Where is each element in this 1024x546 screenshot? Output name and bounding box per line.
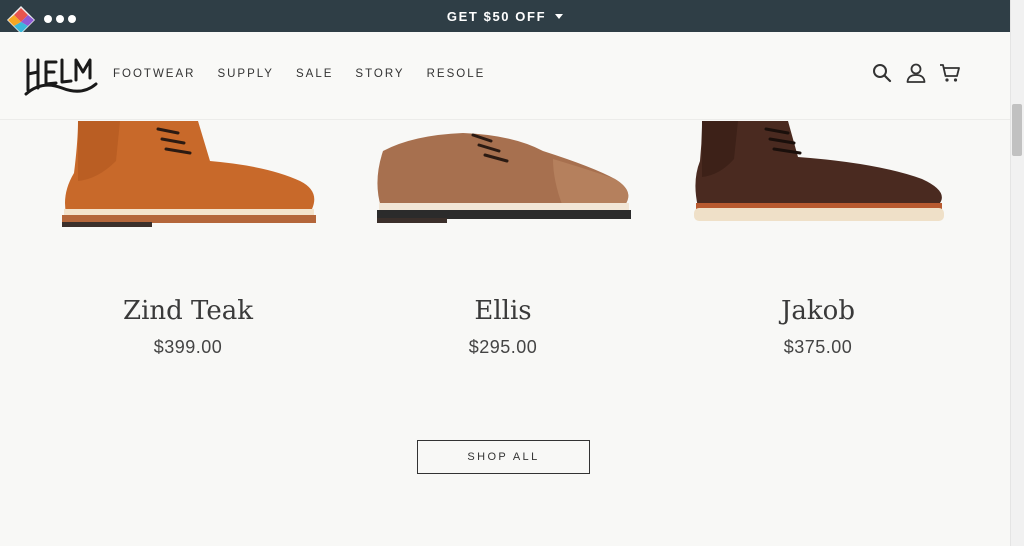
caret-down-icon[interactable]: [555, 13, 564, 19]
product-image-jakob[interactable]: [668, 121, 968, 241]
nav-sale[interactable]: SALE: [296, 68, 333, 80]
shop-all-button[interactable]: SHOP ALL: [417, 440, 590, 474]
scrollbar-track[interactable]: [1010, 0, 1024, 546]
cart-icon[interactable]: [939, 62, 961, 84]
scrollbar-thumb[interactable]: [1012, 104, 1022, 156]
product-image-ellis[interactable]: [353, 121, 653, 241]
product-name[interactable]: Jakob: [668, 296, 968, 326]
promo-text[interactable]: GET $50 OFF: [447, 9, 546, 24]
nav-story[interactable]: STORY: [355, 68, 404, 80]
product-card[interactable]: Zind Teak $399.00: [38, 121, 338, 357]
site-header: FOOTWEAR SUPPLY SALE STORY RESOLE: [0, 32, 1010, 120]
extension-logo-icon[interactable]: [6, 5, 36, 35]
product-card[interactable]: Ellis $295.00: [353, 121, 653, 357]
more-dots-icon[interactable]: [44, 15, 76, 23]
nav-footwear[interactable]: FOOTWEAR: [113, 68, 195, 80]
product-image-zind-teak[interactable]: [38, 121, 338, 241]
search-icon[interactable]: [871, 62, 893, 84]
product-price: $399.00: [153, 337, 223, 357]
product-price: $295.00: [468, 337, 538, 357]
account-icon[interactable]: [905, 62, 927, 84]
nav-resole[interactable]: RESOLE: [427, 68, 486, 80]
main-nav: FOOTWEAR SUPPLY SALE STORY RESOLE: [113, 68, 485, 80]
product-name[interactable]: Zind Teak: [38, 296, 338, 326]
product-price: $375.00: [783, 337, 853, 357]
product-card[interactable]: Jakob $375.00: [668, 121, 968, 357]
nav-supply[interactable]: SUPPLY: [217, 68, 274, 80]
helm-logo[interactable]: [24, 54, 100, 98]
product-name[interactable]: Ellis: [353, 296, 653, 326]
header-icons: [871, 62, 961, 84]
promo-bar[interactable]: GET $50 OFF: [0, 0, 1010, 32]
